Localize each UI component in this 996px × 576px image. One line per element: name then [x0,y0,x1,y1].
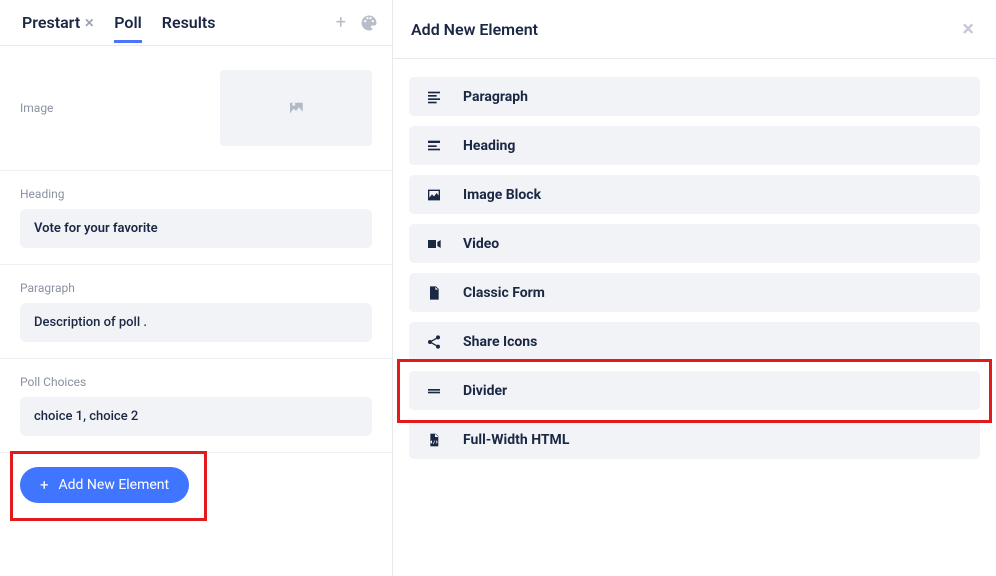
element-label: Divider [463,383,507,399]
palette-icon[interactable] [360,14,378,32]
tabs-actions: + [336,12,378,33]
element-list: Paragraph Heading Image Block Video Clas [393,59,996,477]
element-label: Full-Width HTML [463,432,569,448]
image-icon [287,99,305,117]
tab-poll[interactable]: Poll [114,3,142,43]
left-panel: Prestart ✕ Poll Results + Image Heading … [0,0,393,576]
paragraph-input[interactable]: Description of poll . [20,303,372,342]
image-placeholder[interactable] [220,70,372,146]
element-paragraph[interactable]: Paragraph [409,77,980,116]
field-label: Poll Choices [20,375,372,389]
button-label: Add New Element [59,477,170,493]
video-icon [425,235,443,253]
heading-icon [425,137,443,155]
element-full-width-html[interactable]: Full-Width HTML [409,420,980,459]
right-header: Add New Element × [393,0,996,59]
element-video[interactable]: Video [409,224,980,263]
tab-label: Results [162,13,216,32]
field-poll-choices: Poll Choices choice 1, choice 2 [0,359,392,452]
element-label: Classic Form [463,285,545,301]
tab-prestart[interactable]: Prestart ✕ [22,3,94,43]
add-tab-icon[interactable]: + [336,12,346,33]
html-icon [425,431,443,449]
element-image-block[interactable]: Image Block [409,175,980,214]
add-new-element-button[interactable]: + Add New Element [20,467,189,503]
field-label: Image [20,101,53,115]
element-label: Image Block [463,187,541,203]
paragraph-icon [425,88,443,106]
tab-label: Poll [114,13,142,32]
field-label: Paragraph [20,281,372,295]
tab-results[interactable]: Results [162,3,216,43]
element-label: Paragraph [463,89,528,105]
element-share-icons[interactable]: Share Icons [409,322,980,361]
right-panel: Add New Element × Paragraph Heading Imag… [393,0,996,576]
image-icon [425,186,443,204]
field-paragraph: Paragraph Description of poll . [0,265,392,359]
element-heading[interactable]: Heading [409,126,980,165]
field-label: Heading [20,187,372,201]
tabs: Prestart ✕ Poll Results [22,3,336,43]
plus-icon: + [40,478,49,493]
field-heading: Heading Vote for your favorite [0,171,392,265]
page-title: Add New Element [411,20,538,39]
poll-choices-input[interactable]: choice 1, choice 2 [20,397,372,436]
tab-label: Prestart [22,13,80,32]
close-icon[interactable]: × [962,17,974,42]
form-icon [425,284,443,302]
heading-input[interactable]: Vote for your favorite [20,209,372,248]
field-image: Image [0,46,392,171]
share-icon [425,333,443,351]
element-label: Share Icons [463,334,537,350]
element-label: Heading [463,138,515,154]
tabs-row: Prestart ✕ Poll Results + [0,0,392,46]
divider-icon [425,382,443,400]
element-divider[interactable]: Divider [409,371,980,410]
element-classic-form[interactable]: Classic Form [409,273,980,312]
element-label: Video [463,236,499,252]
close-icon[interactable]: ✕ [84,16,94,30]
